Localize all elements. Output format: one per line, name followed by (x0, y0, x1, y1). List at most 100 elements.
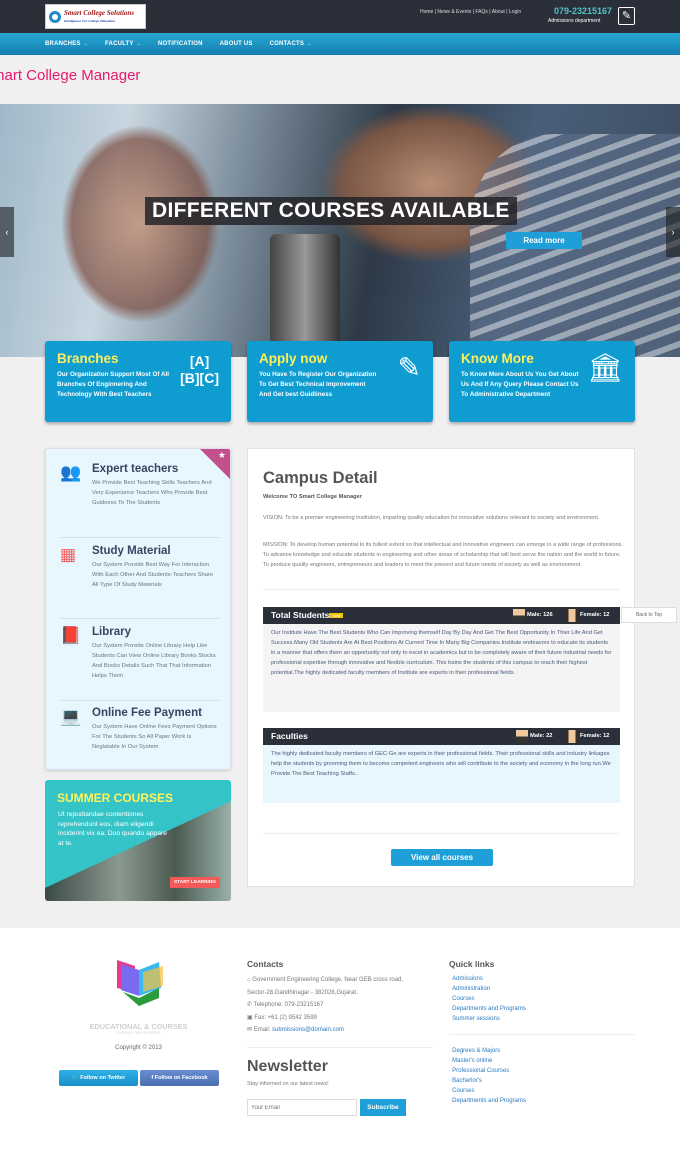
address-line: Sector-28,Gandhinagar - 382028,Gujarat. (247, 990, 358, 996)
users-icon: 👥 (60, 463, 82, 482)
summer-title: SUMMER COURSES (57, 791, 174, 805)
back-to-top-button[interactable]: Back to Top (621, 607, 677, 623)
read-more-button[interactable]: Read more (506, 232, 582, 249)
campus-title: Campus Detail (263, 469, 378, 487)
quick-link[interactable]: Master's online (449, 1056, 526, 1066)
envelope-icon: ✉ (247, 1027, 254, 1033)
female-count: Female: 12 (580, 733, 610, 739)
logo-text: Smart College Solutions (64, 8, 135, 17)
feature-text: Our Organization Support Most Of All Bra… (57, 371, 170, 398)
slider-next-button[interactable]: › (666, 207, 680, 257)
male-avatar-icon (516, 730, 528, 743)
faculties-text: The highly dedicated faculty members of … (263, 745, 620, 803)
quick-link[interactable]: Summer sessions (449, 1014, 526, 1024)
mission-text: MISSION: To develop human potential to i… (263, 542, 623, 568)
link-faqs[interactable]: FAQs (475, 9, 488, 15)
service-item: 👥 Expert teachers We Provide Best Teaching… (60, 463, 212, 506)
new-badge: new (329, 613, 344, 619)
female-count: Female: 12 (580, 612, 610, 618)
fax: Fax: +61 (2) 9542 3599 (254, 1015, 317, 1021)
male-count: Male: 126 (527, 612, 553, 618)
newsletter-text: Stay informed on our latest news! (247, 1081, 329, 1087)
male-count: Male: 22 (530, 733, 553, 739)
male-avatar-icon (513, 609, 525, 622)
start-learning-button[interactable]: START LEARNING (169, 877, 220, 888)
footer-brand-sub: premium site template (116, 1030, 161, 1035)
feature-branches[interactable]: Branches Our Organization Support Most Of… (45, 341, 231, 422)
phone-icon: ✎ (618, 7, 635, 25)
phone-number: 079-23215167 (554, 6, 613, 16)
footer-logo (117, 960, 163, 1006)
services-panel: ★ 👥 Expert teachers We Provide Best Teachi… (45, 448, 231, 770)
nav-notification[interactable]: NOTIFICATION (158, 41, 203, 47)
phone-label: Admissions department (548, 18, 601, 24)
twitter-button[interactable]: 🐦 Follow on Twitter (59, 1070, 138, 1086)
link-home[interactable]: Home (420, 9, 433, 15)
address-line: Government Engineering College, Near GEB… (252, 977, 404, 983)
link-about[interactable]: About (492, 9, 505, 15)
link-login[interactable]: Login (509, 9, 521, 15)
chevron-down-icon: ⌄ (136, 41, 142, 47)
welcome-text: Welcome TO Smart College Manager (263, 494, 363, 500)
quick-link[interactable]: Administration (449, 984, 526, 994)
quick-link[interactable]: Departments and Programs (449, 1004, 526, 1014)
vision-text: VISION: To be a premier engineering inst… (263, 515, 600, 521)
main-nav: BRANCHES ⌄ FACULTY ⌄ NOTIFICATION ABOUT US… (0, 33, 680, 55)
chevron-down-icon: ⌄ (83, 41, 88, 47)
quick-link[interactable]: Departments and Programs (449, 1096, 526, 1106)
quick-link[interactable]: Courses (449, 1086, 526, 1096)
slider-prev-button[interactable]: ‹ (0, 207, 14, 257)
nav-branches[interactable]: BRANCHES ⌄ (45, 41, 88, 47)
institution-icon: 🏛 (587, 352, 623, 383)
page-title: mart College Manager (0, 67, 141, 84)
view-all-courses-button[interactable]: View all courses (391, 849, 493, 866)
abc-blocks-icon: [A] [B][C] (180, 353, 219, 386)
total-students-header: Total Students new Male: 126 Female: 12 (263, 607, 620, 624)
book-icon: 📕 (60, 626, 82, 645)
nav-contacts[interactable]: CONTACTS ⌄ (270, 41, 312, 47)
quick-links-list-1: AdmissionsAdministrationCoursesDepartmen… (449, 974, 526, 1024)
service-item: 📕 Library Our System Provide Online Librar… (60, 626, 216, 679)
quick-link[interactable]: Degrees & Majors (449, 1046, 526, 1056)
students-text: Our Institute Have The Best Students Who… (263, 624, 620, 712)
site-logo[interactable]: Smart College Solutions Intelligence For … (45, 4, 146, 29)
highlighter-icon: ✎ (397, 352, 421, 383)
feature-apply-now[interactable]: Apply now You Have To Register Our Organi… (247, 341, 433, 422)
feature-text: You Have To Register Our Organization To… (259, 371, 377, 398)
campus-detail-panel: Campus Detail Welcome TO Smart College M… (247, 448, 635, 887)
logo-tagline: Intelligence For College Education (64, 18, 116, 23)
link-news[interactable]: News & Events (437, 9, 471, 15)
quick-link[interactable]: Bacherlor's (449, 1076, 526, 1086)
top-links: Home | News & Events | FAQs | About | Lo… (420, 9, 522, 15)
chevron-down-icon: ⌄ (307, 41, 312, 47)
slide-title: DIFFERENT COURSES AVAILABLE (145, 197, 517, 225)
quick-link[interactable]: Admissions (449, 974, 526, 984)
nav-faculty[interactable]: FACULTY ⌄ (105, 41, 141, 47)
facebook-button[interactable]: f Follow on Facebook (140, 1070, 219, 1086)
film-icon: ▦ (60, 545, 77, 564)
hero-slider (0, 104, 680, 357)
footer: EDUCATIONAL & COURSES premium site templ… (0, 928, 680, 1149)
service-item: ▦ Study Material Our System Provide Best W… (60, 545, 214, 588)
contacts-title: Contacts (247, 959, 284, 969)
star-icon: ★ (217, 450, 226, 460)
laptop-icon: 💻 (60, 707, 82, 726)
quick-link[interactable]: Professional Courses (449, 1066, 526, 1076)
subscribe-button[interactable]: Subscribe (360, 1099, 406, 1116)
summer-courses-banner[interactable]: SUMMER COURSES Ut repudiandae contention… (45, 780, 231, 901)
telephone: Telephone: 079-23215167 (253, 1002, 324, 1008)
summer-text: Ut repudiandae contentiones reprehendunt… (58, 811, 167, 847)
service-item: 💻 Online Fee Payment Our System Have Onlin… (60, 707, 217, 750)
copyright: Copyright © 2013 (115, 1045, 162, 1051)
logo-emblem (49, 10, 61, 23)
newsletter-email-input[interactable] (247, 1099, 357, 1116)
female-avatar-icon (566, 609, 578, 622)
newsletter-title: Newsletter (247, 1058, 328, 1075)
feature-know-more[interactable]: Know More To Know More About Us You Get A… (449, 341, 635, 422)
phone-icon: ✆ (247, 1002, 254, 1008)
nav-about-us[interactable]: ABOUT US (220, 41, 253, 47)
quick-link[interactable]: Courses (449, 994, 526, 1004)
email-link[interactable]: submissions@domain.com (272, 1027, 344, 1033)
feature-text: To Know More About Us You Get About Us A… (461, 371, 579, 398)
female-avatar-icon (566, 730, 578, 743)
